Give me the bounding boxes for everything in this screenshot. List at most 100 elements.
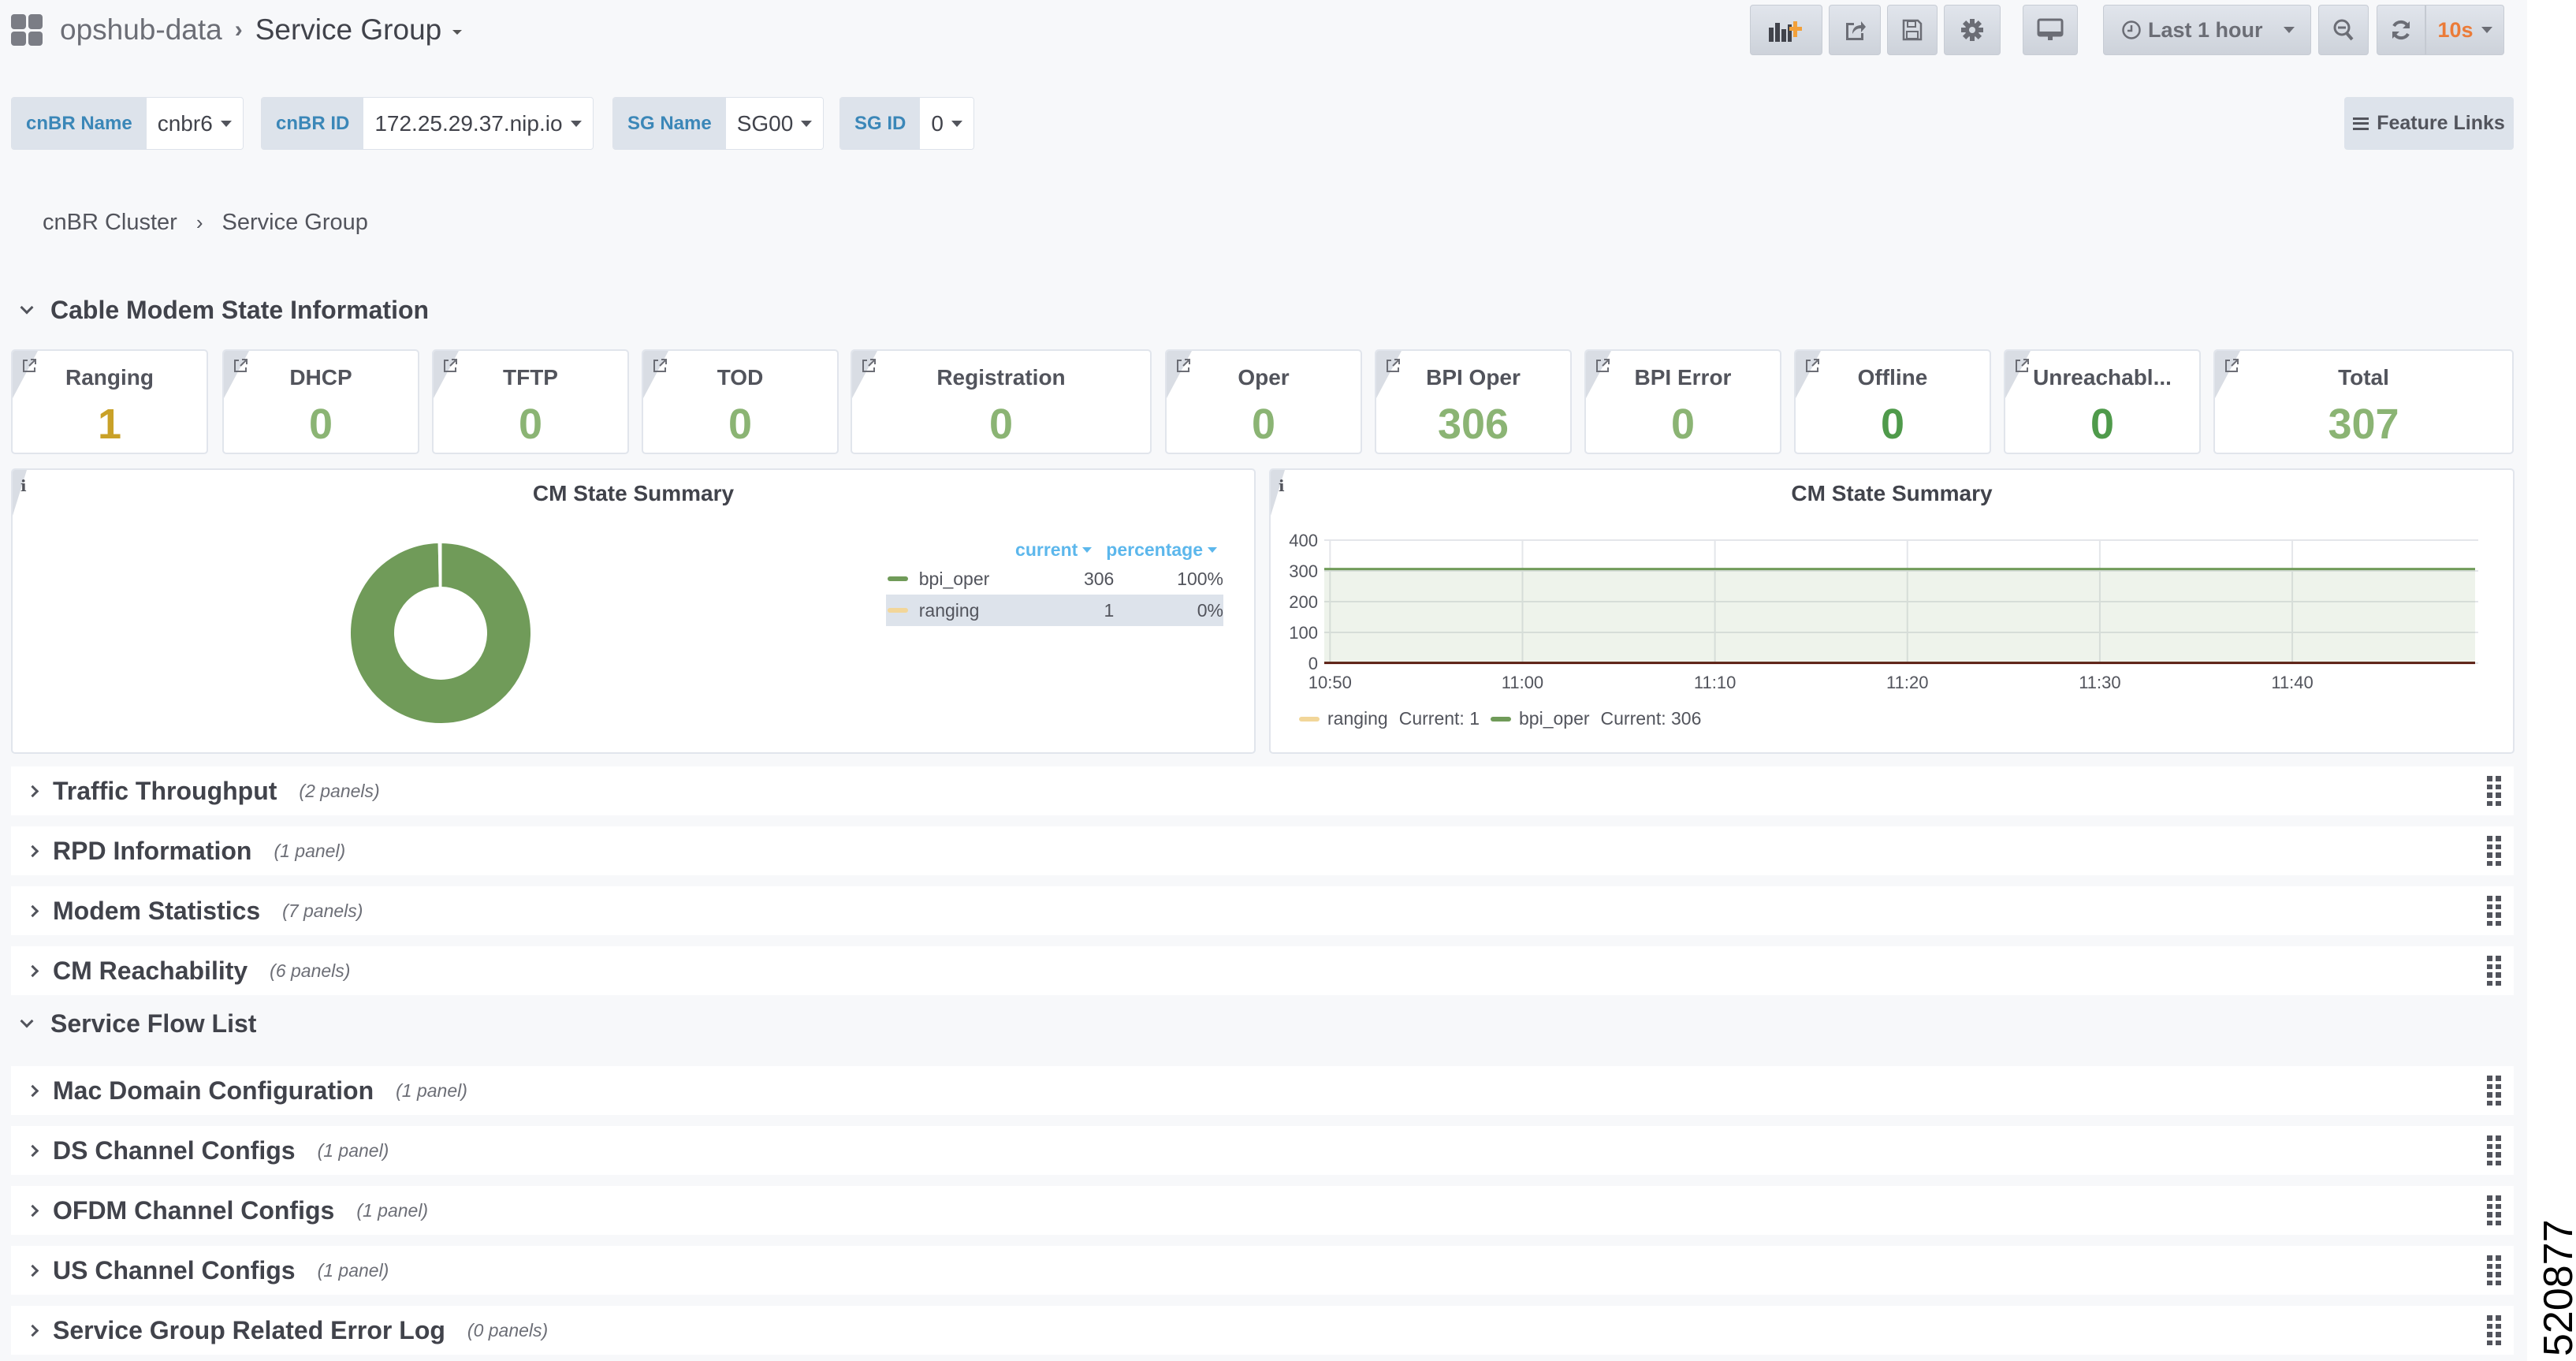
row-title: Modem Statistics <box>53 896 261 925</box>
stat-value: 307 <box>2328 401 2399 448</box>
chevron-right-icon <box>26 1264 39 1277</box>
breadcrumb-current[interactable]: Service Group <box>222 210 368 236</box>
legend-series-name: bpi_oper <box>1519 708 1590 729</box>
row-traffic-throughput[interactable]: Traffic Throughput (2 panels) <box>11 766 2514 815</box>
drag-handle-icon[interactable] <box>2487 956 2501 986</box>
feature-links-label: Feature Links <box>2377 112 2505 134</box>
stat-card-total: Total 307 <box>2213 349 2514 454</box>
graph-legend-item[interactable]: bpi_oper Current: 306 <box>1491 708 1701 729</box>
stat-title[interactable]: TOD <box>643 365 837 390</box>
drag-handle-icon[interactable] <box>2487 1195 2501 1225</box>
caret-down-icon <box>801 120 813 127</box>
time-range-picker[interactable]: Last 1 hour <box>2103 5 2311 55</box>
add-panel-button[interactable] <box>1750 5 1822 55</box>
refresh-interval-picker[interactable]: 10s <box>2425 5 2504 55</box>
pie-legend-row[interactable]: bpi_oper 306 100% <box>886 563 1223 595</box>
stat-title[interactable]: BPI Oper <box>1376 365 1570 390</box>
row-panel-count: (1 panel) <box>356 1199 429 1221</box>
legend-swatch <box>1491 716 1511 722</box>
legend-swatch <box>888 576 908 581</box>
save-dashboard-button[interactable] <box>1887 5 1938 55</box>
stat-title[interactable]: Offline <box>1796 365 1990 390</box>
drag-handle-icon[interactable] <box>2487 896 2501 926</box>
drag-handle-icon[interactable] <box>2487 1076 2501 1106</box>
share-button[interactable] <box>1829 5 1881 55</box>
caret-down-icon <box>220 120 232 127</box>
row-title: DS Channel Configs <box>53 1135 296 1165</box>
row-cable-modem-state-information[interactable]: Cable Modem State Information <box>20 294 429 326</box>
caret-down-icon <box>1082 546 1093 553</box>
stat-title[interactable]: Total <box>2215 365 2512 390</box>
row-panel-count: (2 panels) <box>299 780 380 801</box>
x-tick-label: 11:00 <box>1502 673 1543 692</box>
stat-title[interactable]: TFTP <box>434 365 627 390</box>
variable-sg-id: SG ID 0 <box>839 97 974 150</box>
legend-sort-percentage[interactable]: percentage <box>1106 539 1217 561</box>
stat-title[interactable]: Unreachabl... <box>2005 365 2199 390</box>
legend-swatch <box>1299 716 1320 722</box>
refresh-button[interactable] <box>2377 5 2425 55</box>
row-ds-channel-configs[interactable]: DS Channel Configs (1 panel) <box>11 1126 2514 1175</box>
dashboard-title[interactable]: Service Group <box>255 13 442 47</box>
dashboard: opshub-data › Service Group Last 1 hour … <box>0 0 2576 1361</box>
chevron-down-icon <box>20 300 34 315</box>
y-tick-label: 100 <box>1289 623 1318 643</box>
caret-down-icon[interactable] <box>452 30 463 35</box>
time-series-graph: 0 100 200 300 400 10:50 11:00 11:10 11:20 11:30 11… <box>1289 531 2478 692</box>
pie-legend-row[interactable]: ranging 1 0% <box>886 595 1223 626</box>
settings-button[interactable] <box>1944 5 2001 55</box>
row-cm-reachability[interactable]: CM Reachability (6 panels) <box>11 946 2514 995</box>
x-tick-label: 11:10 <box>1694 673 1736 692</box>
breadcrumb-parent-link[interactable]: cnBR Cluster <box>43 210 177 236</box>
row-panel-count: (1 panel) <box>274 840 346 861</box>
zoom-out-icon <box>2333 19 2354 41</box>
row-title: RPD Information <box>53 836 252 865</box>
stat-title[interactable]: Ranging <box>13 365 207 390</box>
stat-title[interactable]: DHCP <box>224 365 418 390</box>
breadcrumb-separator: › <box>234 17 243 43</box>
stat-value: 306 <box>1437 401 1509 448</box>
feature-links-button[interactable]: Feature Links <box>2344 97 2514 150</box>
breadcrumb-separator: › <box>195 211 203 234</box>
cnbr-id-dropdown[interactable]: 172.25.29.37.nip.io <box>363 98 593 149</box>
row-service-flow-list[interactable]: Service Flow List <box>20 1008 256 1039</box>
row-panel-count: (0 panels) <box>467 1319 549 1340</box>
legend-series-name: bpi_oper <box>918 568 990 589</box>
row-ofdm-channel-configs[interactable]: OFDM Channel Configs (1 panel) <box>11 1186 2514 1235</box>
row-service-group-related-error-log[interactable]: Service Group Related Error Log (0 panels… <box>11 1306 2514 1355</box>
row-title: CM Reachability <box>53 956 248 985</box>
chevron-right-icon <box>26 1204 39 1217</box>
row-modem-statistics[interactable]: Modem Statistics (7 panels) <box>11 886 2514 935</box>
variable-value: 0 <box>931 110 944 136</box>
dashboards-grid-icon[interactable] <box>11 14 43 46</box>
zoom-out-button[interactable] <box>2318 5 2369 55</box>
dashboard-nav: opshub-data › Service Group <box>11 9 463 50</box>
row-rpd-information[interactable]: RPD Information (1 panel) <box>11 826 2514 875</box>
cnbr-name-dropdown[interactable]: cnbr6 <box>146 98 243 149</box>
variable-label: cnBR Name <box>12 98 147 149</box>
drag-handle-icon[interactable] <box>2487 776 2501 806</box>
graph-legend-item[interactable]: ranging Current: 1 <box>1299 708 1480 729</box>
sg-name-dropdown[interactable]: SG00 <box>725 98 824 149</box>
drag-handle-icon[interactable] <box>2487 836 2501 866</box>
stat-title[interactable]: BPI Error <box>1586 365 1780 390</box>
stat-value: 0 <box>1880 401 1905 448</box>
sg-id-dropdown[interactable]: 0 <box>920 98 973 149</box>
legend-sort-current[interactable]: current <box>1015 539 1093 561</box>
folder-link[interactable]: opshub-data <box>60 13 222 47</box>
stat-value: 0 <box>518 401 543 448</box>
row-us-channel-configs[interactable]: US Channel Configs (1 panel) <box>11 1246 2514 1295</box>
stat-title[interactable]: Registration <box>852 365 1150 390</box>
stat-card-tftp: TFTP 0 <box>432 349 629 454</box>
drag-handle-icon[interactable] <box>2487 1255 2501 1285</box>
chevron-right-icon <box>26 904 39 917</box>
stat-card-ranging: Ranging 1 <box>11 349 208 454</box>
tv-mode-button[interactable] <box>2023 5 2078 55</box>
stat-title[interactable]: Oper <box>1167 365 1361 390</box>
series-area-bpi_oper <box>1324 569 2475 663</box>
variable-label: SG ID <box>840 98 921 149</box>
drag-handle-icon[interactable] <box>2487 1135 2501 1165</box>
drag-handle-icon[interactable] <box>2487 1315 2501 1345</box>
row-mac-domain-configuration[interactable]: Mac Domain Configuration (1 panel) <box>11 1066 2514 1115</box>
time-range-label: Last 1 hour <box>2148 17 2263 42</box>
